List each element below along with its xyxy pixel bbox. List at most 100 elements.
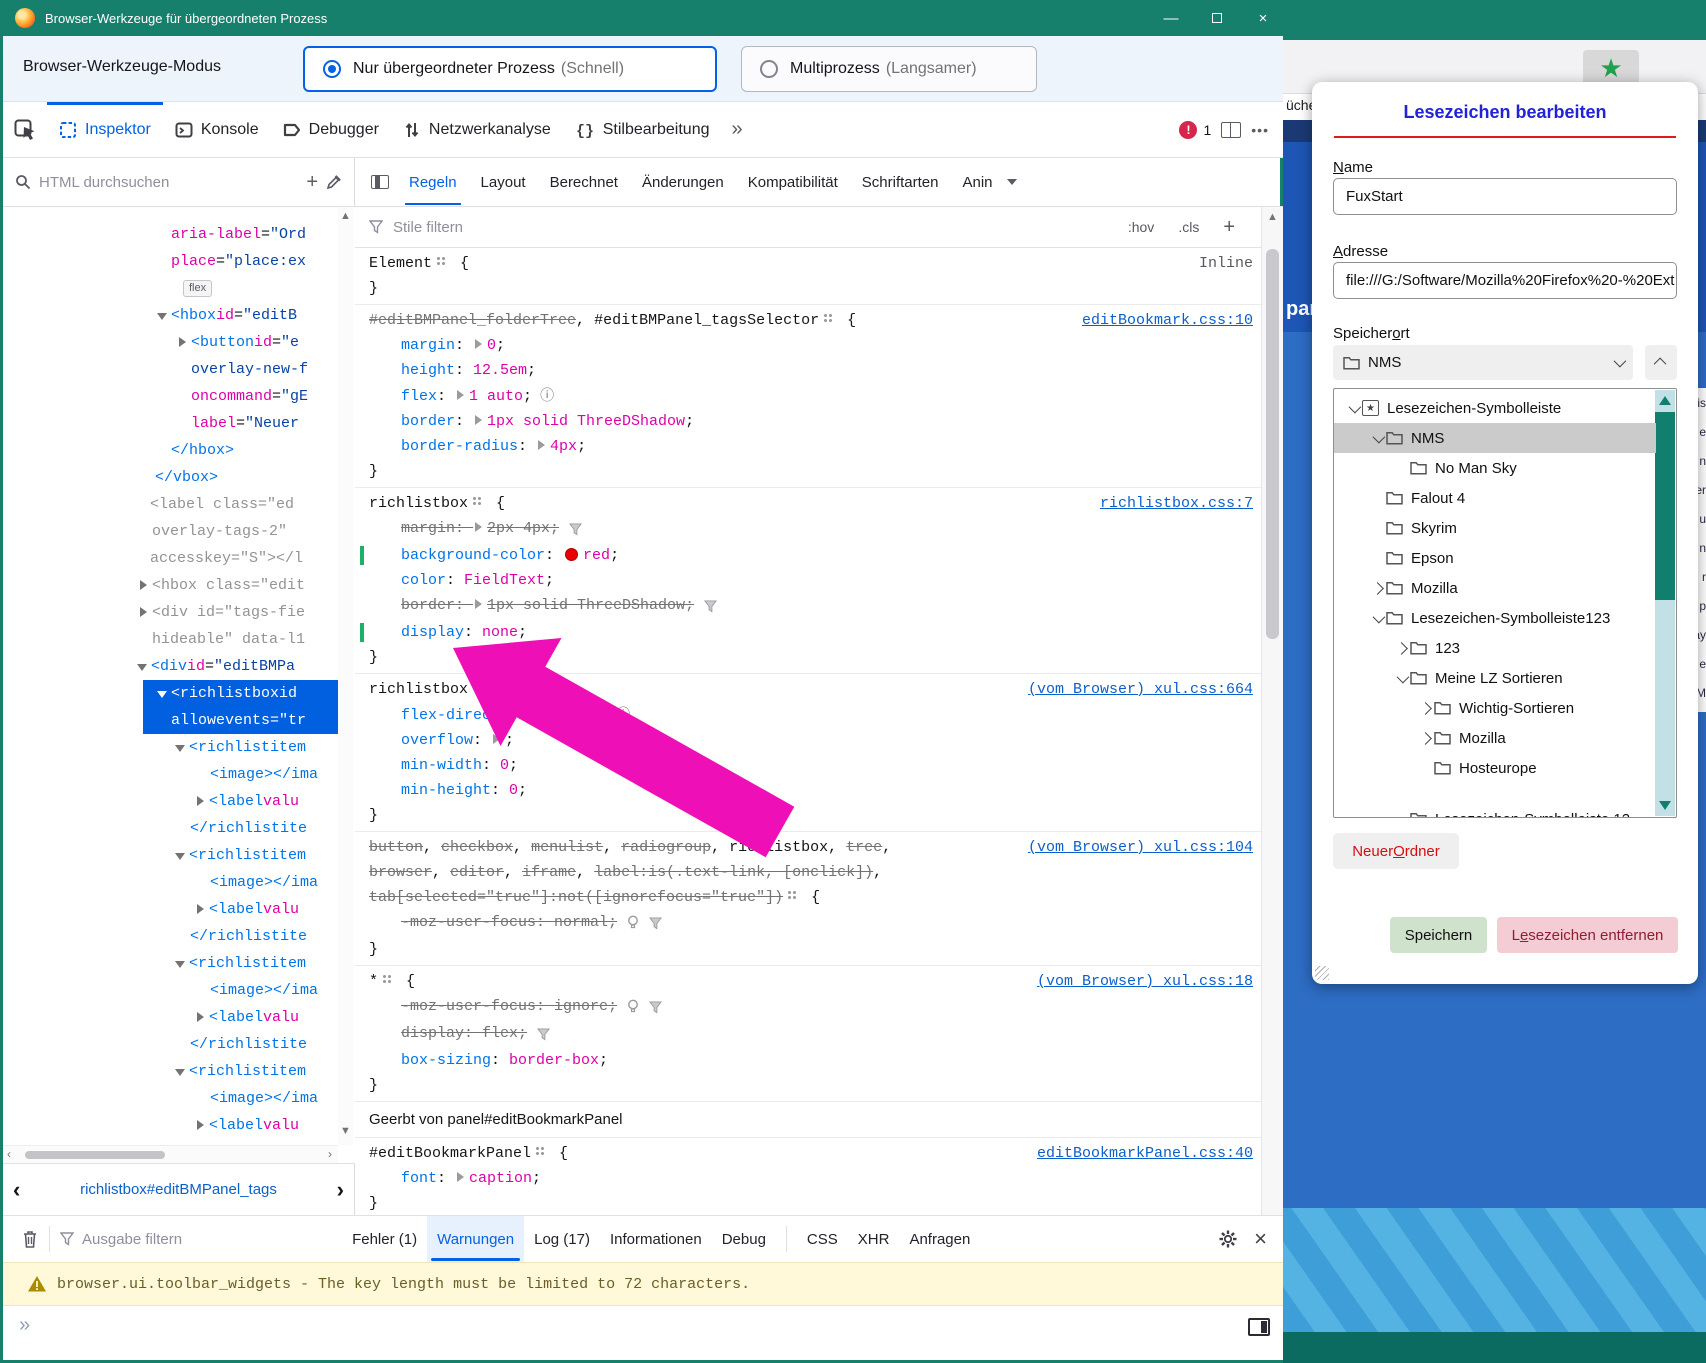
filtered-property-funnel-icon[interactable] xyxy=(649,912,662,937)
search-input[interactable]: HTML durchsuchen xyxy=(39,174,298,191)
tree-item-nms[interactable]: NMS xyxy=(1334,423,1656,453)
markup-node[interactable]: <richlistitem xyxy=(3,950,338,977)
style-filter-input[interactable]: Stile filtern xyxy=(393,219,1118,236)
markup-node[interactable]: <div id="tags-fie xyxy=(3,599,338,626)
css-declaration[interactable]: margin: 0; xyxy=(355,333,1283,358)
inactive-css-bulb-icon[interactable] xyxy=(627,912,639,937)
markup-node[interactable]: aria-label="Ord xyxy=(3,221,338,248)
css-declaration[interactable]: flex: 1 auto;ⓘ xyxy=(355,383,1283,409)
tree-item-mozilla[interactable]: Mozilla xyxy=(1334,573,1656,603)
tab-stilbearbeitung[interactable]: {}Stilbearbeitung xyxy=(563,102,722,157)
markup-node[interactable]: <label valu xyxy=(3,896,338,923)
tree-item-epson[interactable]: Epson xyxy=(1334,543,1656,573)
property-value[interactable]: 1px solid ThreeDShadow xyxy=(487,597,685,614)
markup-node[interactable]: </richlistite xyxy=(3,815,338,842)
console-filter-debug[interactable]: Debug xyxy=(712,1216,776,1263)
rule-selector[interactable]: editBookmark.css:10#editBMPanel_folderTr… xyxy=(355,308,1283,333)
property-value[interactable]: 1px solid ThreeDShadow xyxy=(487,413,685,430)
console-filter-input[interactable]: Ausgabe filtern xyxy=(82,1231,182,1248)
markup-node[interactable]: <richlistitem xyxy=(3,1058,338,1085)
property-value[interactable]: red xyxy=(583,547,610,564)
property-value[interactable]: ignore xyxy=(554,998,608,1015)
markup-node[interactable]: <hbox id="editB xyxy=(3,302,338,329)
expand-value-icon[interactable] xyxy=(475,599,482,609)
tree-item-lesezeichen-symbolleiste-12[interactable]: Lesezeichen-Symbolleiste 12 xyxy=(1334,804,1656,818)
breadcrumb-item[interactable]: richlistbox#editBMPanel_tags xyxy=(30,1181,326,1198)
expand-twisty-icon[interactable] xyxy=(175,329,191,356)
bookmark-star-button[interactable]: ★ xyxy=(1583,50,1639,86)
markup-node[interactable]: overlay-new-f xyxy=(3,356,338,383)
node-picker-button[interactable] xyxy=(3,102,47,157)
collapse-twisty-icon[interactable] xyxy=(155,680,171,707)
scroll-up-icon[interactable]: ▲ xyxy=(1267,211,1278,223)
css-declaration[interactable]: margin: 2px 4px; xyxy=(355,516,1283,543)
minimize-button[interactable]: — xyxy=(1148,0,1194,36)
rules-vertical-scrollbar[interactable]: ▲ xyxy=(1261,207,1283,1215)
markup-node[interactable]: <richlistitem xyxy=(3,734,338,761)
eyedropper-icon[interactable] xyxy=(326,174,342,190)
expand-value-icon[interactable] xyxy=(475,415,482,425)
add-rule-icon[interactable]: + xyxy=(1223,216,1235,239)
sidebar-tab-layout[interactable]: Layout xyxy=(469,160,538,205)
expand-twisty-icon[interactable] xyxy=(193,1004,209,1031)
markup-node[interactable]: <image></ima xyxy=(3,977,338,1004)
css-declaration[interactable]: border: 1px solid ThreeDShadow; xyxy=(355,409,1283,434)
markup-node[interactable]: </richlistite xyxy=(3,923,338,950)
chevron-down-icon[interactable] xyxy=(1372,430,1385,443)
property-name[interactable]: display xyxy=(401,624,464,641)
chevron-right-icon[interactable] xyxy=(1419,702,1432,715)
breadcrumb-back-icon[interactable]: ‹ xyxy=(3,1177,30,1203)
markup-node-selected[interactable]: <richlistbox id xyxy=(143,680,338,707)
html-search-bar[interactable]: HTML durchsuchen + xyxy=(3,158,355,206)
property-value[interactable]: caption xyxy=(469,1170,532,1187)
property-name[interactable]: height xyxy=(401,362,455,379)
tree-item-hosteurope[interactable]: Hosteurope xyxy=(1334,753,1656,783)
address-field[interactable]: file:///G:/Software/Mozilla%20Firefox%20… xyxy=(1333,262,1677,299)
tree-scrollbar[interactable] xyxy=(1655,390,1675,816)
property-value[interactable]: 0 xyxy=(500,757,509,774)
css-declaration[interactable]: display: flex; xyxy=(355,1021,1283,1048)
filtered-property-funnel-icon[interactable] xyxy=(649,996,662,1021)
markup-node[interactable]: accesskey="S"></l xyxy=(3,545,338,572)
property-value[interactable]: none xyxy=(482,624,518,641)
css-declaration[interactable]: background-color: red; xyxy=(355,543,1283,568)
property-name[interactable]: border-radius xyxy=(401,438,518,455)
css-declaration[interactable]: display: none; xyxy=(355,620,1283,645)
flexbox-highlighter-icon[interactable] xyxy=(535,1146,546,1157)
dialog-resize-grip[interactable] xyxy=(1315,966,1329,980)
property-name[interactable]: display xyxy=(401,1025,464,1042)
sidebar-tab-anin[interactable]: Anin xyxy=(950,160,1004,205)
console-filter-css[interactable]: CSS xyxy=(797,1216,848,1263)
markup-node[interactable]: label="Neuer xyxy=(3,410,338,437)
markup-node[interactable]: </vbox> xyxy=(3,464,338,491)
markup-node[interactable]: <label valu xyxy=(3,1004,338,1031)
chevron-down-icon[interactable] xyxy=(1372,610,1385,623)
property-name[interactable]: -moz-user-focus xyxy=(401,998,536,1015)
markup-node[interactable]: place="place:ex xyxy=(3,248,338,275)
expand-twisty-icon[interactable] xyxy=(193,896,209,923)
console-filter-xhr[interactable]: XHR xyxy=(848,1216,900,1263)
stylesheet-link[interactable]: (vom Browser) xul.css:664 xyxy=(1028,677,1253,702)
property-name[interactable]: flex-direction xyxy=(401,707,527,724)
chevron-down-icon[interactable] xyxy=(1348,400,1361,413)
css-declaration[interactable]: border-radius: 4px; xyxy=(355,434,1283,459)
rule-selector[interactable]: InlineElement { xyxy=(355,251,1283,276)
property-value[interactable]: normal xyxy=(554,914,608,931)
property-value[interactable]: 0 xyxy=(487,337,496,354)
tab-konsole[interactable]: Konsole xyxy=(163,102,271,157)
tree-item-wichtig-sortieren[interactable]: Wichtig-Sortieren xyxy=(1334,693,1656,723)
css-declaration[interactable]: -moz-user-focus: normal; xyxy=(355,910,1283,937)
markup-node[interactable]: <hbox class="edit xyxy=(3,572,338,599)
console-input-row[interactable]: » xyxy=(3,1306,1283,1360)
close-console-icon[interactable]: × xyxy=(1254,1226,1267,1252)
property-name[interactable]: border xyxy=(401,597,455,614)
filtered-property-funnel-icon[interactable] xyxy=(704,595,717,620)
chevron-right-icon[interactable] xyxy=(1395,642,1408,655)
tree-item-skyrim[interactable]: Skyrim xyxy=(1334,513,1656,543)
breadcrumb-forward-icon[interactable]: › xyxy=(327,1177,354,1203)
sidebar-tab-schriftarten[interactable]: Schriftarten xyxy=(850,160,951,205)
stylesheet-link[interactable]: (vom Browser) xul.css:18 xyxy=(1037,969,1253,994)
mode-option-multiprocess[interactable]: Multiprozess (Langsamer) xyxy=(741,46,1037,92)
stylesheet-link[interactable]: (vom Browser) xul.css:104 xyxy=(1028,835,1253,860)
console-filter-warnungen[interactable]: Warnungen xyxy=(427,1216,524,1263)
